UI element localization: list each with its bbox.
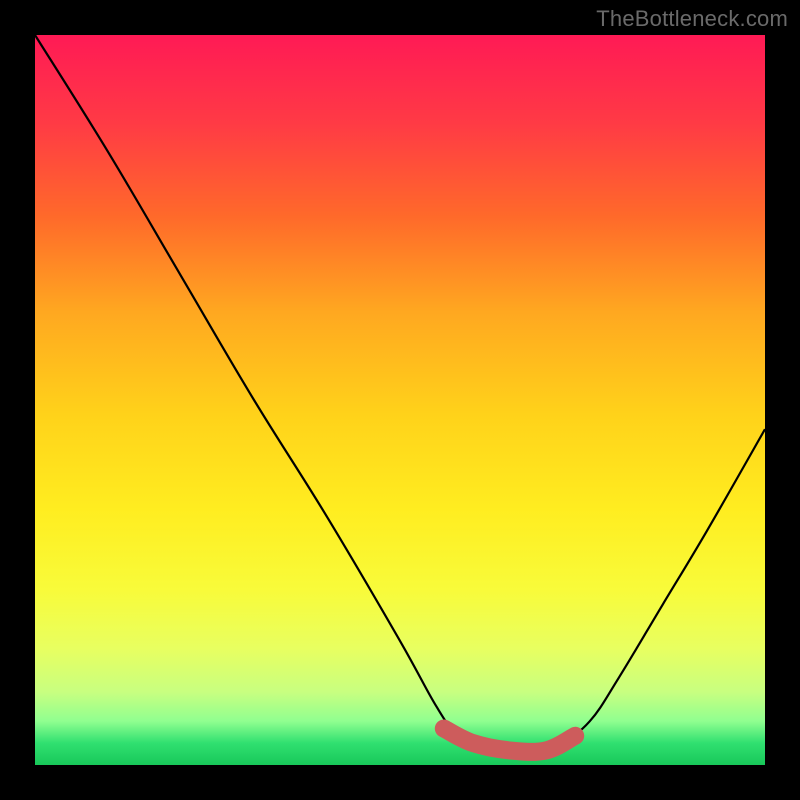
chart-plot-area bbox=[35, 35, 765, 765]
bottleneck-curve bbox=[35, 35, 765, 752]
chart-svg bbox=[35, 35, 765, 765]
watermark-text: TheBottleneck.com bbox=[596, 6, 788, 32]
optimal-zone-highlight bbox=[444, 729, 575, 752]
chart-frame: TheBottleneck.com bbox=[0, 0, 800, 800]
